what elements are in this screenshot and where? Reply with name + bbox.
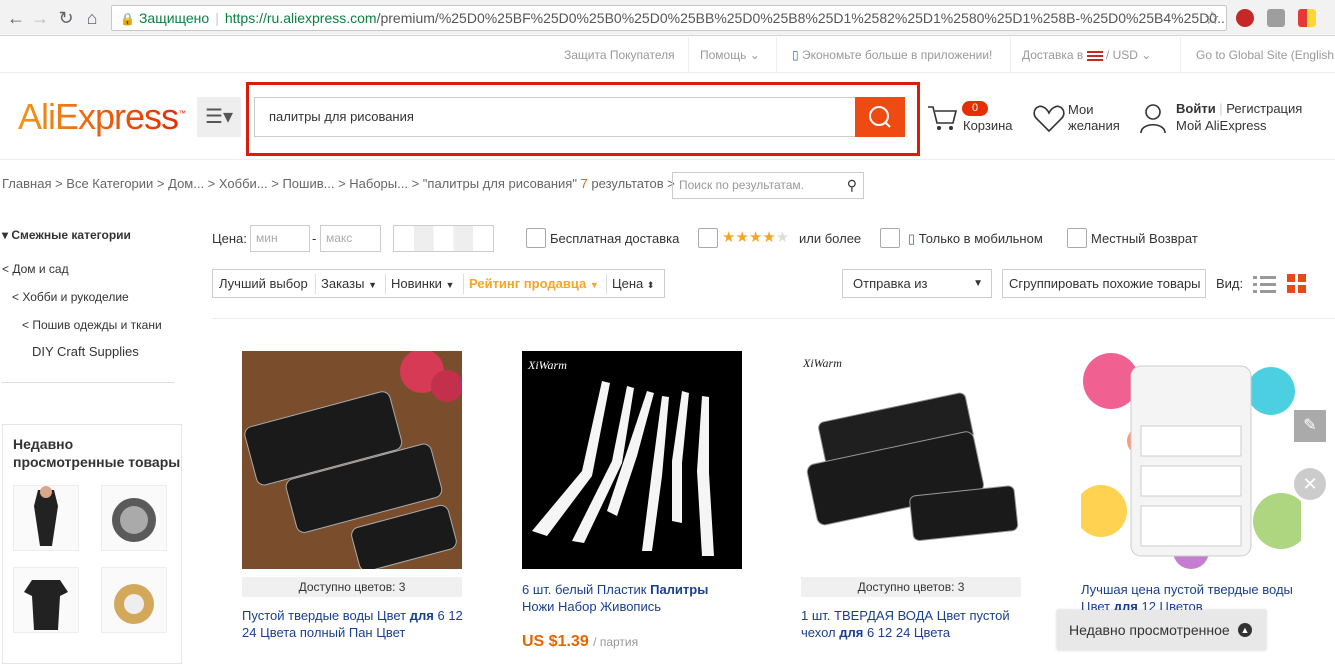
my-aliexpress-link[interactable]: Мой AliExpress — [1176, 118, 1302, 133]
sidebar-link-hobby[interactable]: < Хобби и рукоделие — [12, 290, 129, 304]
sort-best-match[interactable]: Лучший выбор — [219, 276, 308, 291]
adblock-icon[interactable] — [1236, 9, 1254, 27]
buyer-protection-link[interactable]: Защита Покупателя — [564, 48, 675, 62]
svg-text:XiWarm: XiWarm — [802, 356, 842, 370]
home-icon[interactable]: ⌂ — [82, 8, 102, 28]
lock-icon: 🔒 — [120, 12, 135, 26]
sidebar-link-home-garden[interactable]: < Дом и сад — [2, 262, 69, 276]
local-return-checkbox[interactable] — [1067, 228, 1087, 248]
available-colors: Доступно цветов: 3 — [801, 577, 1021, 597]
recent-thumb-shirt[interactable] — [13, 567, 79, 633]
sidebar-link-sewing[interactable]: < Пошив одежды и ткани — [22, 318, 162, 332]
cart-count-badge: 0 — [962, 101, 988, 116]
account-links: Войти | Регистрация Мой AliExpress — [1176, 101, 1303, 133]
price-max-input[interactable]: макс — [320, 225, 381, 252]
register-link[interactable]: Регистрация — [1226, 101, 1302, 116]
phone-icon: ▯ — [908, 231, 916, 246]
ship-from-dropdown[interactable]: Отправка из ▼ — [842, 269, 992, 298]
url-text: https://ru.aliexpress.com/premium/%25D0%… — [224, 10, 1227, 26]
phone-icon: ▯ — [792, 48, 799, 62]
sort-seller-rating[interactable]: Рейтинг продавца ▼ — [469, 276, 599, 291]
recently-viewed-bar[interactable]: Недавно просмотренное ▲ — [1057, 610, 1266, 650]
site-topbar: Защита Покупателя Помощь ⌄ ▯ Экономьте б… — [0, 37, 1335, 73]
global-site-link[interactable]: Go to Global Site (English — [1196, 48, 1334, 62]
back-icon[interactable]: ← — [6, 8, 26, 28]
close-icon[interactable]: ✕ — [1294, 468, 1326, 500]
search-icon — [869, 106, 891, 128]
breadcrumb: Главная > Все Категории > Дом... > Хобби… — [2, 176, 675, 191]
star-icon[interactable]: ☆ — [1202, 8, 1222, 28]
search-button[interactable] — [855, 97, 905, 137]
recent-thumb-vacuum[interactable] — [101, 567, 167, 633]
chevron-up-icon: ▲ — [1238, 623, 1252, 637]
heart-icon[interactable] — [1033, 104, 1065, 139]
product-image[interactable]: XiWarm — [801, 351, 1021, 569]
cart-icon[interactable] — [926, 101, 958, 138]
search-input[interactable]: палитры для рисования — [254, 97, 857, 137]
secure-label: Защищено — [138, 10, 210, 26]
svg-text:XiWarm: XiWarm — [527, 358, 567, 372]
view-label: Вид: — [1216, 276, 1244, 291]
list-view-icon[interactable] — [1253, 274, 1277, 294]
refine-search-input[interactable]: Поиск по результатам. ⚲ — [672, 172, 864, 199]
sort-new[interactable]: Новинки ▼ — [391, 276, 454, 291]
user-icon[interactable] — [1140, 102, 1166, 139]
rating-checkbox[interactable] — [698, 228, 718, 248]
free-shipping-label: Бесплатная доставка — [550, 231, 680, 246]
product-title[interactable]: 6 шт. белый Пластик Палитры Ножи Набор Ж… — [522, 581, 744, 615]
search-highlight: палитры для рисования — [246, 82, 920, 156]
sidebar-link-diy[interactable]: DIY Craft Supplies — [32, 344, 139, 359]
available-colors: Доступно цветов: 3 — [242, 577, 462, 597]
sort-bar: Лучший выбор Заказы ▼ Новинки ▼ Рейтинг … — [212, 269, 665, 298]
price-label: Цена: — [212, 231, 247, 246]
wishlist-link[interactable]: Мои желания — [1068, 102, 1120, 134]
flag-extension-icon[interactable] — [1298, 9, 1316, 27]
aliexpress-logo[interactable]: AliExpress™ — [18, 96, 186, 138]
price-range-histogram[interactable] — [393, 225, 494, 252]
recently-viewed-panel: Недавно просмотренные товары — [2, 424, 182, 664]
rating-label: или более — [799, 231, 862, 246]
recent-thumb-dress[interactable] — [13, 485, 79, 551]
price-min-input[interactable]: мин — [250, 225, 310, 252]
app-promo-link[interactable]: ▯ Экономьте больше в приложении! — [792, 48, 992, 62]
product-title[interactable]: 1 шт. ТВЕРДАЯ ВОДА Цвет пустой чехол для… — [801, 607, 1023, 641]
forward-icon[interactable]: → — [30, 8, 50, 28]
us-flag-icon — [1086, 50, 1103, 61]
search-icon: ⚲ — [846, 177, 857, 193]
delivery-selector[interactable]: Доставка в / USD ⌄ — [1022, 48, 1151, 62]
login-link[interactable]: Войти — [1176, 101, 1216, 116]
group-similar-button[interactable]: Сгруппировать похожие товары — [1002, 269, 1206, 298]
product-image[interactable] — [242, 351, 462, 569]
free-shipping-checkbox[interactable] — [526, 228, 546, 248]
cart-label[interactable]: Корзина — [963, 118, 1013, 133]
recent-thumb-robot[interactable] — [101, 485, 167, 551]
grid-view-icon[interactable] — [1287, 274, 1307, 294]
browser-toolbar: ← → ↻ ⌂ 🔒 Защищено | https://ru.aliexpress.… — [0, 0, 1335, 36]
product-title[interactable]: Пустой твердые воды Цвет для 6 12 24 Цве… — [242, 607, 464, 641]
mobile-only-label: ▯ Только в мобильном — [908, 231, 1043, 246]
product-image[interactable] — [1081, 351, 1301, 569]
mobile-only-checkbox[interactable] — [880, 228, 900, 248]
product-price: US $1.39 / партия — [522, 633, 639, 650]
product-image[interactable]: XiWarm — [522, 351, 742, 569]
edit-icon[interactable]: ✎ — [1294, 410, 1326, 442]
result-count: 7 — [580, 176, 588, 191]
help-menu[interactable]: Помощь ⌄ — [700, 48, 760, 62]
category-menu-button[interactable]: ☰▾ — [197, 97, 241, 137]
local-return-label: Местный Возврат — [1091, 231, 1198, 246]
star-rating-icon: ★★★★★ — [722, 229, 790, 246]
related-categories-title: ▾ Смежные категории — [2, 228, 131, 242]
sort-price[interactable]: Цена ⬍ — [612, 276, 654, 291]
address-bar[interactable]: 🔒 Защищено | https://ru.aliexpress.com/prem… — [111, 5, 1227, 31]
extension-icon[interactable] — [1267, 9, 1285, 27]
chevron-down-icon: ▼ — [973, 278, 983, 289]
sort-orders[interactable]: Заказы ▼ — [321, 276, 377, 291]
reload-icon[interactable]: ↻ — [56, 8, 76, 28]
